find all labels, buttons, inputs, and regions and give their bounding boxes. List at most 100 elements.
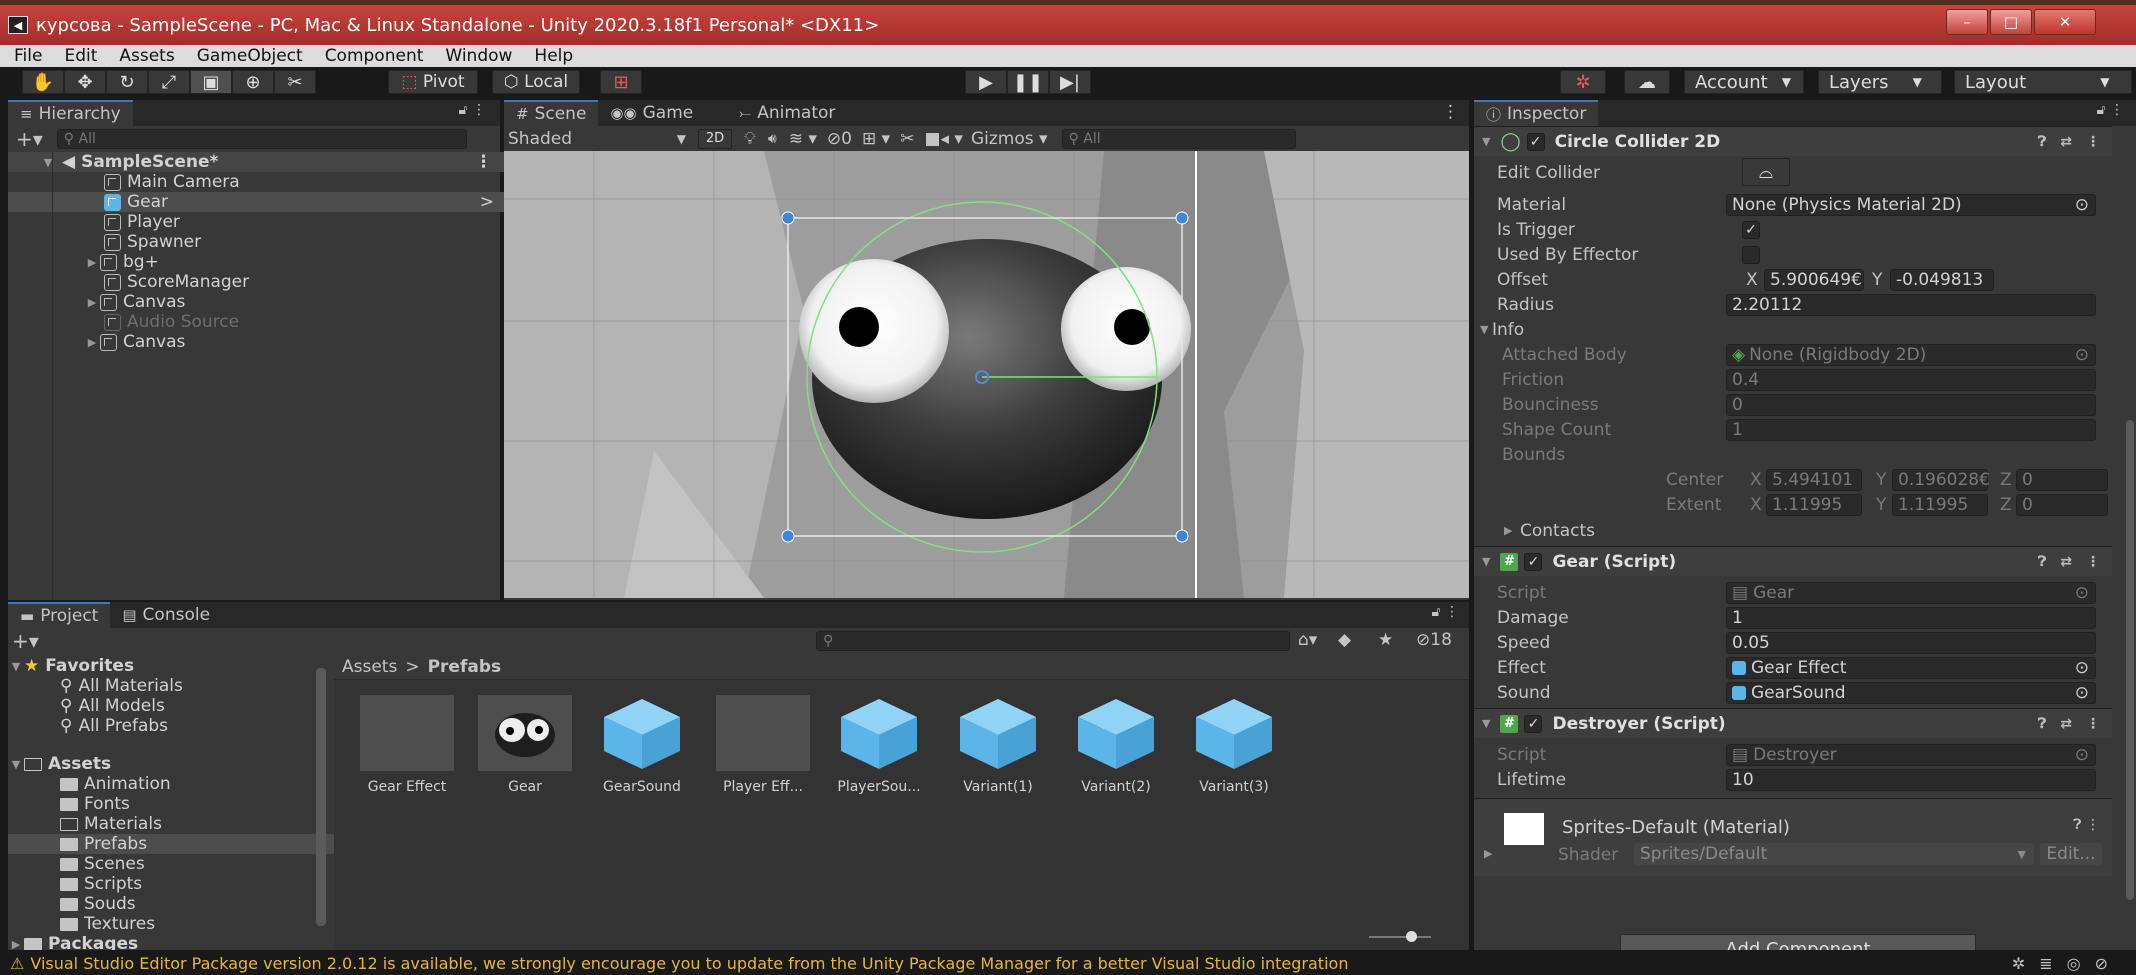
play-icon[interactable]: ▶ — [965, 70, 1007, 94]
audio-icon[interactable]: 🔊︎ — [768, 131, 777, 147]
info-foldout[interactable]: ▼ Info — [1474, 317, 2112, 342]
chevron-right-icon[interactable]: > — [480, 192, 494, 212]
maximize-button[interactable]: □ — [1990, 9, 2032, 35]
hierarchy-item[interactable]: Player — [8, 212, 508, 232]
menu-component[interactable]: Component — [311, 46, 432, 66]
scene-canvas[interactable] — [504, 151, 1469, 598]
shader-dropdown[interactable]: Sprites/Default ▼ — [1634, 843, 2034, 865]
tab-project[interactable]: ▬ Project — [8, 602, 111, 628]
more-icon[interactable]: ⋮ — [2086, 134, 2100, 150]
folder-item[interactable]: Animation — [8, 774, 338, 794]
asset-item[interactable]: PlayerSou... — [823, 695, 935, 795]
fold-arrow-icon[interactable]: ▼ — [8, 660, 24, 673]
favorite-item[interactable]: ⚲ All Prefabs — [8, 716, 338, 736]
help-icon[interactable]: ❓︎ — [2038, 554, 2046, 570]
project-search-input[interactable]: ⚲ — [816, 631, 1290, 651]
light-icon[interactable]: 💡︎ — [744, 129, 756, 149]
fold-arrow-icon[interactable]: ▼ — [1482, 555, 1490, 568]
folder-item[interactable]: Scripts — [8, 874, 338, 894]
hierarchy-item[interactable]: Spawner — [8, 232, 508, 252]
fold-arrow-icon[interactable]: ▶ — [84, 256, 100, 269]
fold-arrow-icon[interactable]: ▼ — [1482, 135, 1490, 148]
minimize-button[interactable]: – — [1946, 9, 1988, 35]
damage-field[interactable]: 1 — [1726, 606, 2096, 629]
filter-type-icon[interactable]: ⌂▾ — [1298, 630, 1317, 650]
folder-item[interactable]: Materials — [8, 814, 338, 834]
hierarchy-item[interactable]: ▶ Canvas — [8, 292, 508, 312]
asset-item[interactable]: Variant(1) — [942, 695, 1054, 795]
scene-root-item[interactable]: ▼ ◀ SampleScene* ⋮ — [8, 152, 508, 172]
close-button[interactable]: ✕ — [2034, 9, 2096, 35]
zoom-slider[interactable] — [1369, 936, 1431, 938]
rotate-tool-icon[interactable]: ↻ — [106, 70, 148, 94]
asset-item[interactable]: Variant(3) — [1178, 695, 1290, 795]
favorite-item[interactable]: ⚲ All Models — [8, 696, 338, 716]
project-tree-scrollbar[interactable] — [316, 668, 326, 926]
grid-snap-icon[interactable]: ⊞ — [600, 70, 642, 94]
used-by-effector-checkbox[interactable] — [1742, 245, 1760, 264]
packages-item[interactable]: ▶ Packages — [8, 934, 338, 950]
folder-item[interactable]: Fonts — [8, 794, 338, 814]
object-picker-icon[interactable]: ⊙ — [2075, 683, 2089, 703]
step-icon[interactable]: ▶| — [1049, 70, 1091, 94]
enabled-checkbox[interactable]: ✓ — [1524, 714, 1543, 733]
offset-y-field[interactable]: -0.049813 — [1890, 268, 1994, 291]
tab-inspector[interactable]: ⓘ Inspector — [1474, 100, 1599, 126]
help-icon[interactable]: ❓︎ — [2038, 134, 2046, 150]
assets-item[interactable]: ▼ Assets — [8, 754, 338, 774]
status-icons[interactable]: ✲≣◎⊘ — [2012, 954, 2122, 973]
move-tool-icon[interactable]: ✥ — [64, 70, 106, 94]
preset-icon[interactable]: ⇄ — [2060, 554, 2072, 570]
enabled-checkbox[interactable]: ✓ — [1524, 552, 1543, 571]
status-message[interactable]: Visual Studio Editor Package version 2.0… — [30, 954, 1348, 973]
hidden-packages-icon[interactable]: ⊘18 — [1416, 630, 1452, 650]
hand-tool-icon[interactable]: ✋ — [22, 70, 64, 94]
hierarchy-item-disabled[interactable]: Audio Source — [8, 312, 508, 332]
gear-script-header[interactable]: ▼ # ✓ Gear (Script) ❓︎ ⇄ ⋮ — [1474, 546, 2112, 576]
tools-icon[interactable]: ✂ — [900, 129, 914, 149]
effects-icon[interactable]: ≋ ▾ — [789, 129, 817, 149]
preset-icon[interactable]: ⇄ — [2060, 134, 2072, 150]
lock-icon[interactable]: 🔓︎ ⋮ — [2096, 102, 2124, 118]
panel-menu-icon[interactable]: ⋮ — [1442, 102, 1459, 122]
fold-arrow-icon[interactable]: ▼ — [8, 758, 24, 771]
effect-field[interactable]: Gear Effect ⊙ — [1726, 656, 2096, 679]
object-picker-icon[interactable]: ⊙ — [2075, 658, 2089, 678]
lock-icon[interactable]: 🔓︎ ⋮ — [458, 102, 486, 118]
pause-icon[interactable]: ❚❚ — [1007, 70, 1049, 94]
folder-item[interactable]: Scenes — [8, 854, 338, 874]
folder-item[interactable]: Textures — [8, 914, 338, 934]
object-picker-icon[interactable]: ⊙ — [2075, 195, 2089, 215]
tab-console[interactable]: ▤ Console — [110, 602, 222, 628]
fold-arrow-icon[interactable]: ▶ — [84, 336, 100, 349]
material-controls[interactable]: ❓︎ ⋮ — [2073, 817, 2100, 833]
fold-arrow-icon[interactable]: ▶ — [1504, 524, 1512, 537]
sound-field[interactable]: GearSound ⊙ — [1726, 681, 2096, 704]
preset-icon[interactable]: ⇄ — [2060, 716, 2072, 732]
edit-collider-button[interactable]: ⌓ — [1742, 158, 1790, 186]
hierarchy-item[interactable]: ▶ Canvas — [8, 332, 508, 352]
scene-viewport[interactable] — [504, 151, 1469, 598]
lifetime-field[interactable]: 10 — [1726, 768, 2096, 791]
create-plus-icon[interactable]: +▾ — [12, 629, 39, 653]
fold-arrow-icon[interactable]: ▼ — [1480, 323, 1488, 336]
folder-item-selected[interactable]: Prefabs — [8, 834, 338, 854]
custom-tool-icon[interactable]: ✂ — [274, 70, 316, 94]
local-toggle[interactable]: ⬡ Local — [492, 70, 580, 94]
help-icon[interactable]: ❓︎ — [2038, 716, 2046, 732]
hierarchy-item[interactable]: Main Camera — [8, 172, 508, 192]
asset-item[interactable]: Player Eff... — [707, 695, 819, 795]
create-plus-icon[interactable]: +▾ — [16, 127, 43, 151]
is-trigger-checkbox[interactable]: ✓ — [1742, 220, 1760, 239]
layers-dropdown[interactable]: Layers ▼ — [1818, 70, 1942, 94]
shading-dropdown[interactable]: Shaded ▼ — [504, 126, 694, 151]
pivot-toggle[interactable]: ⬚ Pivot — [388, 70, 478, 94]
rect-tool-icon[interactable]: ▣ — [190, 70, 232, 94]
hidden-objects-icon[interactable]: ⊘ — [827, 129, 841, 149]
scene-search-input[interactable]: ⚲ All — [1061, 128, 1296, 149]
menu-file[interactable]: File — [0, 46, 50, 66]
tab-hierarchy[interactable]: ≡ Hierarchy — [8, 100, 133, 126]
zoom-slider-handle[interactable] — [1406, 931, 1417, 942]
transform-tool-icon[interactable]: ⊕ — [232, 70, 274, 94]
asset-item[interactable]: Gear Effect — [351, 695, 463, 795]
